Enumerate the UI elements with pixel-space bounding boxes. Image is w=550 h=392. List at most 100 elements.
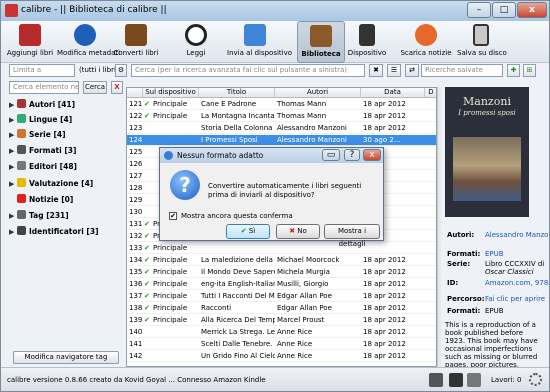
tag-category-series[interactable]: ▶ Serie [4] (9, 129, 66, 143)
jobs-count[interactable]: Lavori: 0 (491, 376, 521, 384)
column-header-authors[interactable]: Autori (275, 88, 361, 98)
add-books-button[interactable]: Aggiungi libri (5, 21, 55, 63)
tag-category-publishers[interactable]: ▶ Editori [48] (9, 161, 77, 175)
busy-spinner-icon (529, 373, 542, 386)
book-row[interactable]: ✔ 138 Principale Racconti Edgar Allan Poe 18 … (127, 303, 436, 314)
yes-button[interactable]: ✔ Sì (226, 224, 270, 239)
column-header-device[interactable]: Sul dispositivo (143, 88, 199, 98)
show-confirmation-checkbox[interactable]: ✔ (169, 212, 177, 220)
save-search-button[interactable]: ✚ (507, 64, 520, 77)
dialog-close-button[interactable]: x (363, 149, 381, 161)
save-to-disk-button[interactable]: Salva su disco (457, 21, 507, 63)
book-row[interactable]: 123 Storia Della Colonna In...Alessandro … (127, 123, 436, 134)
tag-category-rating[interactable]: ▶ Valutazione [4] (9, 178, 93, 192)
pencil-icon[interactable] (429, 373, 443, 387)
device-button[interactable]: Dispositivo (347, 21, 387, 63)
book-row[interactable]: ✔ 133 Principale (127, 243, 436, 254)
row-author: Musilli, Giorgio (277, 280, 329, 288)
book-row[interactable]: 141 Scelti Dalle Tenebre. Le...Anne Rice 1… (127, 339, 436, 350)
tag-category-formats[interactable]: ▶ Formati [3] (9, 145, 76, 159)
column-header-extra[interactable]: D (425, 88, 436, 98)
all-books-label: (tutti i libri) (79, 66, 119, 74)
book-row[interactable]: ✔136 Principale eng-ita English-Italian ..… (127, 279, 436, 290)
author-link[interactable]: Alessandro Manzoni (485, 231, 549, 239)
book-row[interactable]: ✔134 Principale La maledizione della sp...… (127, 255, 436, 266)
format-link[interactable]: EPUB (485, 250, 504, 258)
column-header-date[interactable]: Data (361, 88, 425, 98)
tag-category-tags[interactable]: ▶ Tag [231] (9, 210, 69, 224)
path-link[interactable]: Fai clic per aprire (485, 295, 545, 303)
convert-books-button[interactable]: Converti libri (113, 21, 159, 63)
book-row[interactable]: 140 Merrick La Strega. Le C...Anne Rice 18… (127, 327, 436, 338)
row-title: Alla Ricerca Del Tempo... (201, 316, 275, 324)
virtual-library-select[interactable]: Limita a (9, 64, 75, 77)
tag-category-languages[interactable]: ▶ Lingue [4] (9, 114, 72, 128)
row-number: 141 (129, 340, 143, 348)
tag-category-news[interactable]: Notizie [0] (9, 194, 73, 208)
on-device-check-icon: ✔ (144, 304, 150, 312)
cover-title: Manzoni (463, 95, 511, 108)
book-cover[interactable]: Manzoni I promessi sposi (445, 87, 529, 217)
close-button[interactable]: x (517, 2, 547, 18)
tag-category-identifiers[interactable]: ▶ Identificatori [3] (9, 226, 99, 240)
copy-search-button[interactable]: ⇄ (405, 64, 419, 77)
no-button[interactable]: ✖ No (276, 224, 320, 239)
maximize-button[interactable]: □ (492, 2, 516, 18)
row-author: Anne Rice (277, 328, 313, 336)
on-device-check-icon: ✔ (144, 244, 150, 252)
dialog-title: Nessun formato adatto (177, 151, 264, 160)
edit-metadata-button[interactable]: Modifica metadati (57, 21, 120, 63)
cover-illustration (453, 137, 521, 201)
cover-grid-icon[interactable] (449, 373, 463, 387)
tag-category-authors[interactable]: ▶ Autori [41] (9, 99, 75, 113)
read-button[interactable]: Leggi (177, 21, 215, 63)
book-row[interactable]: ✔139 Principale Alla Ricerca Del Tempo...M… (127, 315, 436, 326)
dialog-help-button[interactable]: ? (344, 149, 360, 161)
row-date: 18 apr 2012 (363, 100, 406, 108)
manage-tag-browser-button[interactable]: Modifica navigatore tag (13, 351, 119, 364)
info-icon (74, 24, 96, 46)
column-header-number[interactable] (127, 88, 143, 98)
row-title: Cane E Padrone (201, 100, 257, 108)
row-number: 130 (129, 208, 143, 216)
send-arrow-icon (244, 24, 266, 46)
no-suitable-format-dialog: Nessun formato adatto ▭ ? x ? Convertire… (159, 147, 384, 248)
row-number: 139 (129, 316, 143, 324)
dialog-title-bar: Nessun formato adatto ▭ ? x (160, 148, 383, 163)
question-small-icon (164, 151, 173, 160)
row-author: Michela Murgia (277, 268, 330, 276)
book-row[interactable]: ✔137 Principale Tutti I Racconti Del Mis..… (127, 291, 436, 302)
row-date: 18 apr 2012 (363, 352, 406, 360)
row-title: La maledizione della sp... (201, 256, 275, 264)
row-number: 127 (129, 172, 143, 180)
dialog-minimize-button[interactable]: ▭ (322, 149, 340, 161)
book-row[interactable]: ✔ 122 Principale La Montagna Incantata Thoma… (127, 111, 436, 122)
delete-search-button[interactable]: ⊞ (523, 64, 536, 77)
book-row[interactable]: ✔135 Principale Il Mondo Deve Sapere:...Mi… (127, 267, 436, 278)
book-row[interactable]: 124 I Promessi Sposi Alessandro Manzoni 30 … (127, 135, 436, 146)
id-link[interactable]: Amazon.com, 9788804394402 (485, 279, 549, 287)
book-row[interactable]: 142 Un Grido Fino Al Cielo Anne Rice 18 apr… (127, 351, 436, 362)
minimize-button[interactable]: – (467, 2, 491, 18)
row-number: 137 (129, 292, 143, 300)
layout-icon[interactable] (467, 373, 481, 387)
row-device: Principale (153, 256, 188, 264)
highlight-button[interactable]: ☰ (387, 64, 401, 77)
on-device-check-icon: ✔ (144, 232, 150, 240)
row-title: Racconti (201, 304, 232, 312)
bookshelf-icon (310, 25, 332, 47)
saved-searches-select[interactable]: Ricerche salvate (421, 64, 503, 77)
search-input[interactable]: Cerca (per la ricerca avanzata fai clic … (131, 64, 365, 77)
send-to-device-button[interactable]: Invia al dispositivo (227, 21, 292, 63)
row-author: Thomas Mann (277, 112, 327, 120)
column-header-title[interactable]: Titolo (199, 88, 275, 98)
clear-search-button[interactable]: ✖ (369, 64, 383, 77)
book-row[interactable]: ✔ 121 Principale Cane E Padrone Thomas Mann 1… (127, 99, 436, 110)
fetch-news-button[interactable]: Scarica notizie (399, 21, 453, 63)
show-details-button[interactable]: Mostra i dettagli (324, 224, 380, 248)
row-date: 18 apr 2012 (363, 328, 406, 336)
dialog-message: Convertire automaticamente i libri segue… (208, 182, 362, 199)
row-title: Storia Della Colonna In... (201, 124, 275, 132)
library-button[interactable]: Biblioteca (297, 21, 345, 63)
advanced-search-button[interactable]: ⚙ (115, 64, 127, 77)
